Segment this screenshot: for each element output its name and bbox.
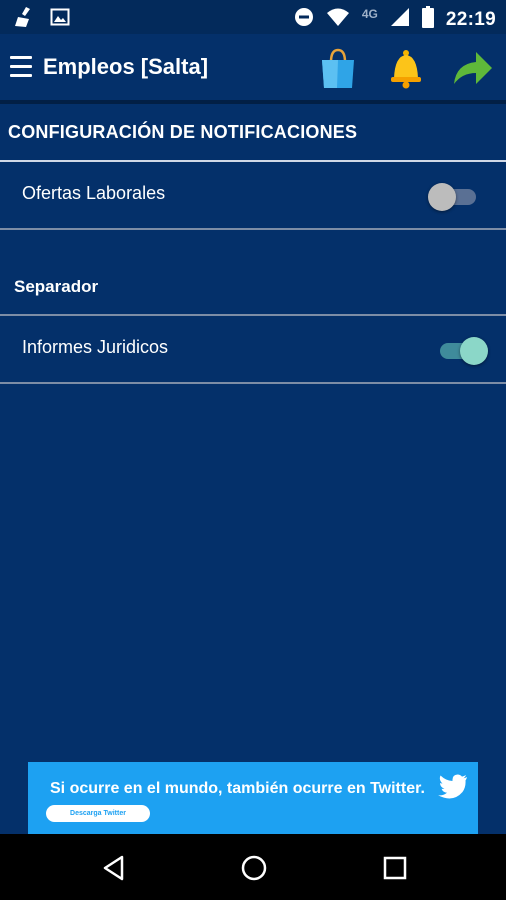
status-bar: 4G 22:19 — [0, 0, 506, 34]
ofertas-toggle[interactable] — [428, 183, 478, 211]
network-type: 4G — [361, 6, 378, 21]
do-not-disturb-icon — [294, 7, 314, 32]
ad-banner[interactable]: Si ocurre en el mundo, también ocurre en… — [28, 762, 478, 834]
setting-label: Ofertas Laborales — [22, 183, 166, 203]
app-bar: Empleos [Salta] — [0, 34, 506, 100]
bell-icon[interactable] — [386, 46, 426, 90]
share-arrow-icon[interactable] — [450, 46, 492, 90]
menu-icon[interactable] — [10, 56, 32, 80]
setting-row-informes[interactable]: Informes Juridicos — [0, 316, 506, 384]
ad-download-button[interactable]: Descarga Twitter — [46, 805, 150, 822]
shopping-bag-icon[interactable] — [318, 46, 358, 90]
section-title: CONFIGURACIÓN DE NOTIFICACIONES — [8, 122, 358, 142]
separator-title: Separador — [14, 277, 99, 296]
back-icon[interactable] — [100, 854, 128, 882]
ad-text: Si ocurre en el mundo, también ocurre en… — [50, 780, 425, 797]
recents-icon[interactable] — [381, 854, 409, 882]
signal-icon — [390, 7, 410, 32]
section-header: CONFIGURACIÓN DE NOTIFICACIONES — [0, 104, 506, 162]
informes-toggle[interactable] — [440, 337, 488, 365]
setting-label: Informes Juridicos — [22, 337, 169, 357]
app-title: Empleos [Salta] — [43, 54, 209, 79]
cleaner-icon — [12, 6, 36, 33]
home-icon[interactable] — [240, 854, 268, 882]
battery-icon — [421, 6, 434, 33]
toggle-thumb — [428, 183, 456, 211]
toggle-thumb — [460, 337, 488, 365]
clock: 22:19 — [445, 8, 496, 30]
wifi-icon — [326, 7, 350, 32]
system-nav-bar — [0, 834, 506, 900]
twitter-bird-icon — [438, 774, 468, 800]
separator-section: Separador — [0, 230, 506, 316]
image-icon — [50, 7, 70, 32]
